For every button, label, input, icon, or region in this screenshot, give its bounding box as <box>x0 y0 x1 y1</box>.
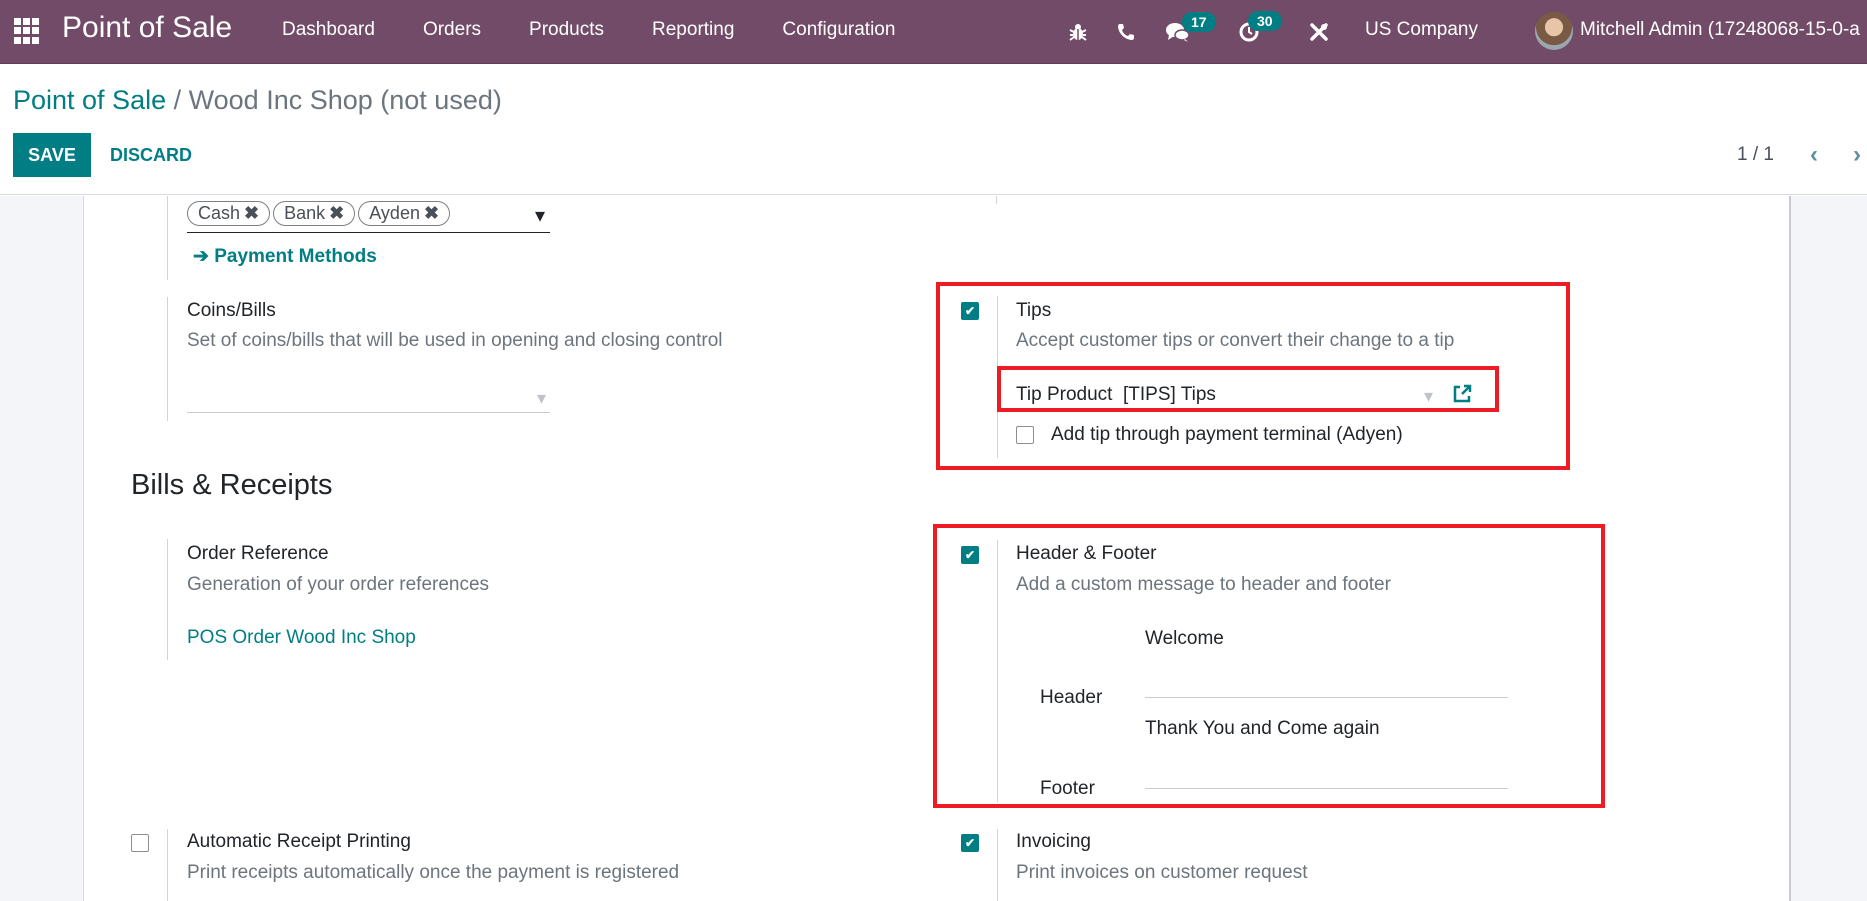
tag-label: Cash <box>198 203 241 223</box>
invoicing-checkbox[interactable]: ✔ <box>961 834 979 852</box>
app-name[interactable]: Point of Sale <box>62 11 232 45</box>
activities-clock-icon[interactable] <box>1238 0 1260 64</box>
divider <box>996 196 997 204</box>
divider <box>167 297 168 421</box>
main-menu: Dashboard Orders Products Reporting Conf… <box>282 19 943 41</box>
menu-reporting[interactable]: Reporting <box>652 19 734 41</box>
coins-bills-field[interactable] <box>187 385 550 413</box>
divider <box>167 539 168 660</box>
save-button[interactable]: SAVE <box>13 133 91 177</box>
tag-bank: Bank ✖ <box>273 201 356 226</box>
menu-dashboard[interactable]: Dashboard <box>282 19 375 41</box>
auto-receipt-description: Print receipts automatically once the pa… <box>187 862 680 883</box>
menu-products[interactable]: Products <box>529 19 604 41</box>
coins-bills-description: Set of coins/bills that will be used in … <box>187 330 723 351</box>
order-reference-title: Order Reference <box>187 543 329 564</box>
menu-configuration[interactable]: Configuration <box>782 19 895 41</box>
payment-methods-dropdown-icon[interactable]: ▾ <box>535 203 545 228</box>
order-reference-sequence-link[interactable]: POS Order Wood Inc Shop <box>187 627 416 649</box>
order-reference-description: Generation of your order references <box>187 574 490 595</box>
tag-label: Ayden <box>369 203 420 223</box>
messages-count-badge: 17 <box>1182 12 1216 32</box>
breadcrumb-current: Wood Inc Shop (not used) <box>188 85 502 115</box>
breadcrumb-root[interactable]: Point of Sale <box>13 85 166 115</box>
control-panel: Point of Sale / Wood Inc Shop (not used)… <box>0 65 1867 195</box>
divider <box>167 196 168 280</box>
coins-bills-title: Coins/Bills <box>187 300 276 321</box>
divider <box>167 829 168 901</box>
tag-label: Bank <box>284 203 326 223</box>
invoicing-title: Invoicing <box>1016 831 1091 852</box>
invoicing-description: Print invoices on customer request <box>1016 862 1308 883</box>
company-switcher[interactable]: US Company <box>1365 19 1478 41</box>
pager-next-icon[interactable]: › <box>1853 141 1861 169</box>
payment-methods-link[interactable]: ➔ Payment Methods <box>193 245 377 268</box>
header-footer-highlight-box <box>933 524 1605 808</box>
divider <box>997 829 998 901</box>
coins-bills-dropdown-icon[interactable]: ▾ <box>537 388 546 409</box>
payment-methods-tags[interactable]: Cash ✖ Bank ✖ Ayden ✖ <box>187 201 453 226</box>
phone-icon[interactable] <box>1116 0 1136 64</box>
apps-menu-icon[interactable] <box>14 18 40 44</box>
coins-bills-underline <box>187 412 550 413</box>
auto-receipt-title: Automatic Receipt Printing <box>187 831 411 852</box>
breadcrumb: Point of Sale / Wood Inc Shop (not used) <box>13 85 502 116</box>
payment-methods-link-label: Payment Methods <box>214 246 377 267</box>
tag-ayden: Ayden ✖ <box>358 201 451 226</box>
debug-bug-icon[interactable] <box>1067 0 1089 64</box>
arrow-right-icon: ➔ <box>193 246 209 267</box>
tag-remove-icon[interactable]: ✖ <box>424 203 439 223</box>
tag-remove-icon[interactable]: ✖ <box>244 203 259 223</box>
activities-count-badge: 30 <box>1248 11 1282 31</box>
breadcrumb-separator: / <box>173 85 182 115</box>
tools-icon[interactable] <box>1308 0 1330 64</box>
discard-button[interactable]: DISCARD <box>110 145 192 166</box>
pager-previous-icon[interactable]: ‹ <box>1810 141 1818 169</box>
tag-remove-icon[interactable]: ✖ <box>329 203 344 223</box>
payment-methods-underline <box>187 232 550 233</box>
user-avatar[interactable] <box>1535 12 1573 50</box>
user-menu[interactable]: Mitchell Admin (17248068-15-0-a <box>1580 19 1860 41</box>
tag-cash: Cash ✖ <box>187 201 271 226</box>
bills-receipts-section-title: Bills & Receipts <box>131 469 333 501</box>
top-navbar: Point of Sale Dashboard Orders Products … <box>0 0 1867 64</box>
menu-orders[interactable]: Orders <box>423 19 481 41</box>
auto-receipt-checkbox[interactable] <box>131 834 149 852</box>
tip-product-highlight-box <box>997 366 1499 412</box>
messages-icon[interactable] <box>1165 0 1191 64</box>
pager-value: 1 / 1 <box>1737 144 1774 165</box>
